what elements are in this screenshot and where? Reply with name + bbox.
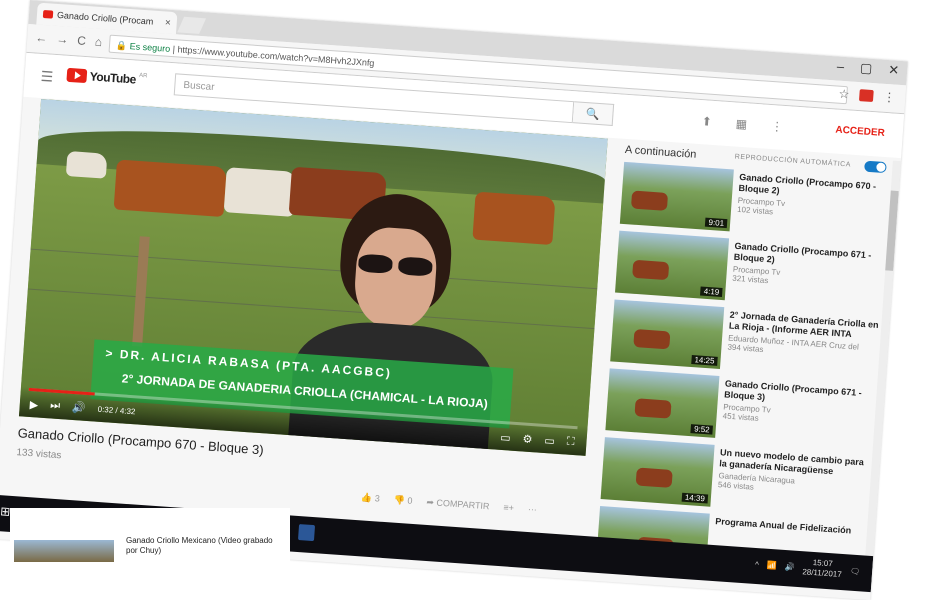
thumbnail-subject — [632, 259, 670, 281]
sidebar: A continuación REPRODUCCIÓN AUTOMÁTICA 9… — [595, 142, 895, 594]
youtube-favicon-icon — [42, 9, 54, 19]
back-icon[interactable]: ← — [35, 30, 48, 45]
minimize-button[interactable]: – — [836, 58, 844, 74]
hamburger-icon[interactable]: ☰ — [40, 68, 54, 86]
more-icon[interactable]: ⋮ — [771, 119, 784, 134]
thumbnail-subject — [633, 328, 671, 350]
search-icon: 🔍 — [585, 108, 601, 122]
duration-badge: 4:19 — [700, 286, 723, 297]
duration-badge: 9:52 — [690, 424, 713, 435]
clock[interactable]: 15:07 28/11/2017 — [802, 557, 843, 580]
logo-country: AR — [138, 72, 148, 80]
lock-icon: 🔒 — [115, 40, 131, 52]
theater-icon[interactable]: ▭ — [544, 434, 555, 448]
video-views: 133 vistas — [16, 447, 62, 462]
more-actions-icon[interactable]: ··· — [527, 504, 538, 516]
video-info: Ganado Criollo (Procampo 671 - Bloque 2)… — [732, 241, 885, 293]
autoplay-label: REPRODUCCIÓN AUTOMÁTICA — [734, 153, 852, 169]
upload-icon[interactable]: ⬆ — [701, 114, 712, 129]
suggested-title[interactable]: Programa Anual de Fidelización — [715, 516, 865, 537]
background-thumbnail — [14, 540, 114, 562]
video-thumbnail[interactable]: 14:25 — [610, 299, 725, 370]
tray-chevron-icon[interactable]: ^ — [755, 559, 759, 568]
video-thumbnail[interactable]: 9:01 — [619, 161, 734, 232]
secure-label: Es seguro — [129, 41, 171, 54]
star-icon[interactable]: ☆ — [838, 87, 850, 102]
duration-badge: 14:25 — [691, 355, 718, 366]
thumbnail-subject — [635, 467, 673, 488]
like-count: 3 — [374, 493, 381, 504]
system-tray: ^ 📶 🔊 15:07 28/11/2017 🗨 — [754, 554, 861, 581]
subtitles-icon[interactable]: ▭ — [500, 431, 511, 445]
share-button[interactable]: ➦ COMPARTIR — [426, 497, 490, 512]
video-info: Programa Anual de Fidelización — [715, 516, 866, 539]
settings-gear-icon[interactable]: ⚙ — [522, 432, 533, 446]
video-thumbnail[interactable]: 14:39 — [600, 437, 715, 507]
duration-badge: 9:01 — [705, 217, 728, 229]
maximize-button[interactable]: ▢ — [860, 60, 873, 77]
video-info: Un nuevo modelo de cambio para la ganade… — [718, 447, 871, 499]
add-to-icon[interactable]: ≡+ — [503, 502, 514, 514]
dislike-count: 0 — [407, 495, 413, 506]
video-player[interactable]: > DR. ALICIA RABASA (PTA. AACGBC) 2° JOR… — [18, 99, 608, 456]
nav-buttons: ← → C ⌂ — [35, 30, 103, 49]
volume-tray-icon[interactable]: 🔊 — [784, 562, 795, 572]
background-video-card: Ganado Criollo Mexicano (Video grabado p… — [10, 508, 290, 562]
share-label: COMPARTIR — [436, 497, 490, 512]
background-video-title: Ganado Criollo Mexicano (Video grabado p… — [126, 536, 273, 555]
apps-icon[interactable]: ▦ — [735, 117, 747, 132]
close-window-button[interactable]: ✕ — [888, 62, 900, 79]
tab-close-icon[interactable]: × — [165, 17, 172, 28]
home-icon[interactable]: ⌂ — [94, 35, 102, 49]
video-info: Ganado Criollo (Procampo 671 - Bloque 3)… — [722, 378, 875, 430]
cow — [113, 159, 227, 218]
menu-icon[interactable]: ⋮ — [883, 90, 896, 105]
youtube-logo[interactable]: YouTube AR — [66, 67, 148, 88]
up-next-label: A continuación — [624, 143, 697, 161]
video-thumbnail[interactable]: 9:52 — [605, 368, 720, 438]
time-display: 0:32 / 4:32 — [97, 404, 136, 417]
reload-icon[interactable]: C — [77, 33, 87, 48]
cow — [65, 150, 108, 179]
dislike-button[interactable]: 👎 0 — [393, 495, 412, 507]
video-actions: 👍 3 👎 0 ➦ COMPARTIR ≡+ ··· — [361, 492, 538, 516]
video-thumbnail[interactable]: 4:19 — [615, 230, 730, 301]
tab-title: Ganado Criollo (Procam — [56, 9, 154, 27]
forward-icon[interactable]: → — [56, 32, 69, 47]
word-icon[interactable] — [297, 524, 315, 542]
youtube-play-icon — [66, 67, 88, 84]
like-button[interactable]: 👍 3 — [361, 492, 380, 504]
notifications-icon[interactable]: 🗨 — [850, 566, 861, 576]
search-button[interactable]: 🔍 — [572, 101, 615, 126]
video-info: Ganado Criollo (Procampo 670 - Bloque 2)… — [737, 172, 890, 224]
duration-badge: 14:39 — [681, 492, 709, 504]
extension-icon[interactable] — [858, 89, 874, 103]
new-tab-button[interactable] — [177, 16, 207, 34]
next-icon[interactable]: ⏭ — [50, 399, 61, 413]
volume-icon[interactable]: 🔊 — [72, 401, 87, 415]
window-controls: – ▢ ✕ — [836, 58, 899, 78]
play-icon[interactable]: ▶ — [29, 398, 38, 412]
cow — [223, 167, 297, 217]
thumbnail-subject — [630, 190, 669, 211]
clock-date: 28/11/2017 — [802, 567, 843, 580]
fullscreen-icon[interactable]: ⛶ — [566, 436, 575, 450]
thumbnail-subject — [634, 398, 672, 419]
header-icons: ⬆ ▦ ⋮ — [701, 114, 783, 134]
video-info: 2° Jornada de Ganadería Criolla en La Ri… — [727, 310, 880, 362]
logo-text: YouTube — [89, 69, 137, 87]
signin-button[interactable]: ACCEDER — [835, 125, 885, 139]
autoplay-toggle[interactable] — [864, 160, 887, 174]
